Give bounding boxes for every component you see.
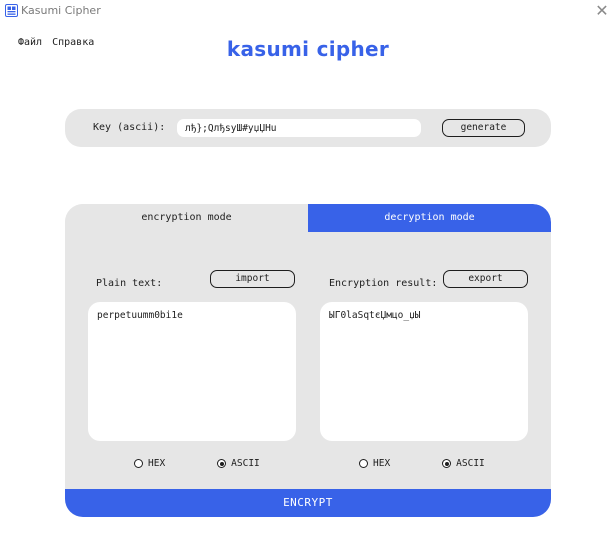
encryption-result-area[interactable]: ЫГ0laSqtєЏмцо_џЫ [320, 302, 528, 441]
window-titlebar: Kasumi Cipher ✕ [0, 0, 616, 22]
cipher-card: encryption mode decryption mode Plain te… [65, 204, 551, 517]
plain-text-area[interactable]: perpetuumm0bi1e [88, 302, 296, 441]
plain-hex-label: HEX [148, 458, 166, 469]
radio-checked-icon [217, 459, 227, 468]
result-format-radio-group: HEX ASCII [359, 458, 485, 469]
plain-ascii-label: ASCII [231, 458, 260, 469]
key-panel: Key (ascii): generate [65, 109, 551, 147]
result-hex-label: HEX [373, 458, 391, 469]
result-hex-radio[interactable]: HEX [359, 458, 390, 469]
key-input[interactable] [177, 119, 421, 137]
window-title: Kasumi Cipher [21, 4, 101, 17]
tab-encryption-mode[interactable]: encryption mode [65, 204, 308, 232]
radio-unchecked-icon [134, 459, 143, 468]
plain-hex-radio[interactable]: HEX [134, 458, 165, 469]
plain-text-label: Plain text: [96, 278, 163, 289]
result-ascii-radio[interactable]: ASCII [442, 458, 485, 469]
app-logo-icon [5, 4, 18, 17]
result-ascii-label: ASCII [456, 458, 485, 469]
plain-ascii-radio[interactable]: ASCII [217, 458, 260, 469]
close-icon[interactable]: ✕ [592, 1, 612, 21]
encrypt-button[interactable]: ENCRYPT [65, 489, 551, 517]
app-title: kasumi cipher [226, 37, 390, 61]
export-button[interactable]: export [443, 270, 528, 288]
radio-unchecked-icon [359, 459, 368, 468]
key-label: Key (ascii): [93, 122, 166, 133]
plain-format-radio-group: HEX ASCII [134, 458, 260, 469]
encryption-result-label: Encryption result: [329, 278, 438, 289]
import-button[interactable]: import [210, 270, 295, 288]
generate-button[interactable]: generate [442, 119, 525, 137]
tab-decryption-mode[interactable]: decryption mode [308, 204, 551, 232]
radio-checked-icon [442, 459, 452, 468]
